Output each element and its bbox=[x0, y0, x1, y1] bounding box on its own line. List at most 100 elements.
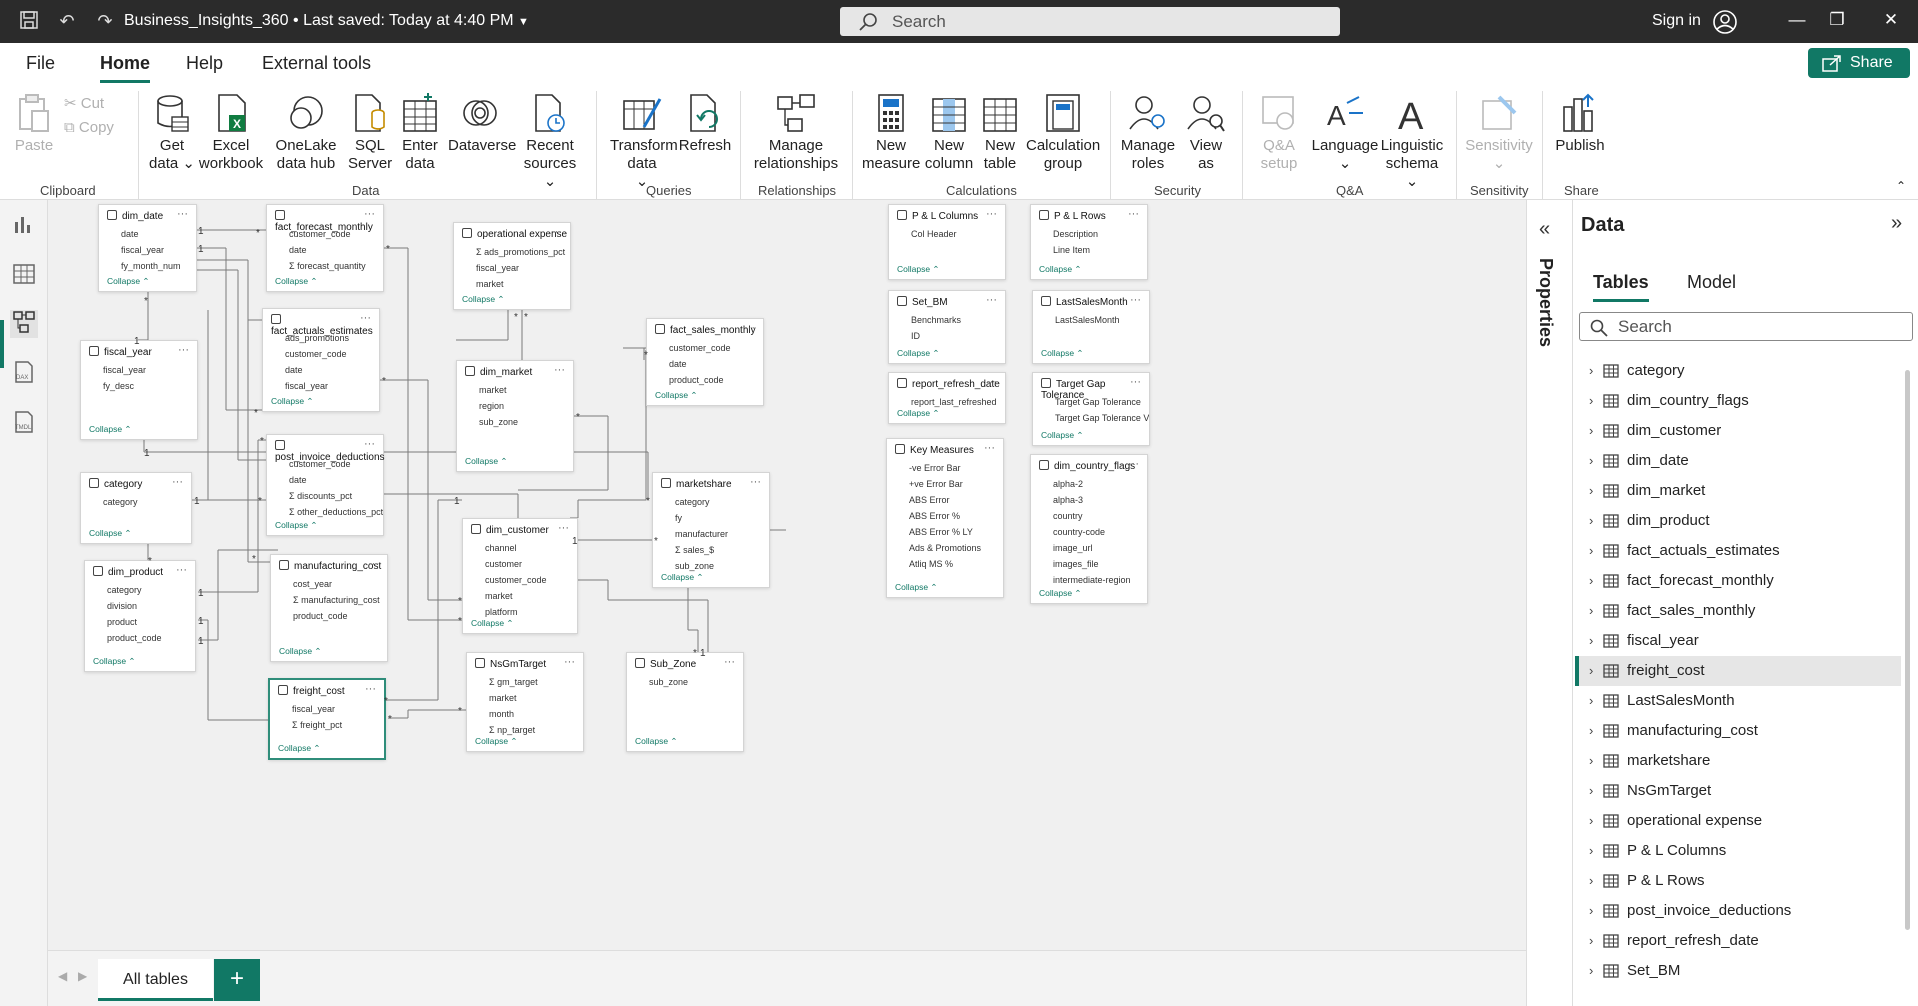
data-table-item-dim-customer[interactable]: › dim_customer bbox=[1575, 416, 1901, 446]
table-field[interactable]: product_code bbox=[647, 372, 763, 388]
table-field[interactable]: region bbox=[457, 398, 573, 414]
more-options-icon[interactable]: ··· bbox=[744, 322, 755, 334]
chevron-right-icon[interactable]: › bbox=[1589, 806, 1593, 836]
data-table-item-category[interactable]: › category bbox=[1575, 356, 1901, 386]
table-field[interactable]: ID bbox=[889, 328, 1005, 344]
table-card-header[interactable]: LastSalesMonth ··· bbox=[1033, 291, 1149, 312]
table-field[interactable]: market bbox=[454, 276, 570, 292]
data-table-item-operational-expense[interactable]: › operational expense bbox=[1575, 806, 1901, 836]
chevron-right-icon[interactable]: › bbox=[1589, 476, 1593, 506]
chevron-right-icon[interactable]: › bbox=[1589, 446, 1593, 476]
table-field[interactable]: ABS Error % LY bbox=[887, 524, 1003, 540]
table-field[interactable]: fy bbox=[653, 510, 769, 526]
table-field[interactable]: images_file bbox=[1031, 556, 1147, 572]
chevron-right-icon[interactable]: › bbox=[1589, 836, 1593, 866]
table-card-set-bm[interactable]: Set_BM ··· Benchmarks ID Collapse ⌃ bbox=[888, 290, 1006, 364]
table-card-key-measures[interactable]: Key Measures ··· -ve Error Bar +ve Error Ba… bbox=[886, 438, 1004, 598]
chevron-right-icon[interactable]: › bbox=[1589, 716, 1593, 746]
data-pane-scrollbar[interactable] bbox=[1905, 370, 1910, 930]
table-card-post-invoice-deductions[interactable]: post_invoice_deductions ··· customer_code d… bbox=[266, 434, 385, 536]
manage-roles-button[interactable]: Manage roles bbox=[1118, 93, 1178, 173]
table-field[interactable]: fiscal_year bbox=[81, 362, 197, 378]
table-field[interactable]: ABS Error bbox=[887, 492, 1003, 508]
table-field[interactable]: fy_month_num bbox=[99, 258, 196, 274]
chevron-right-icon[interactable]: › bbox=[1589, 746, 1593, 776]
table-field[interactable]: date bbox=[99, 226, 196, 242]
table-field[interactable]: Σ ads_promotions_pct bbox=[454, 244, 570, 260]
collapse-card-button[interactable]: Collapse ⌃ bbox=[1041, 348, 1084, 359]
more-options-icon[interactable]: ··· bbox=[177, 208, 188, 220]
properties-label[interactable]: Properties bbox=[1535, 258, 1556, 347]
table-card-header[interactable]: fact_sales_monthly ··· bbox=[647, 319, 763, 340]
more-options-icon[interactable]: ··· bbox=[551, 226, 562, 238]
table-card-header[interactable]: freight_cost ··· bbox=[270, 680, 384, 701]
table-card-dim-customer[interactable]: dim_customer ··· channel customer customer_c… bbox=[462, 518, 578, 634]
enter-data-button[interactable]: Enter data bbox=[398, 93, 442, 173]
data-search-input[interactable]: Search bbox=[1579, 312, 1913, 341]
transform-data-button[interactable]: Transform data ⌄ bbox=[604, 93, 680, 191]
chevron-right-icon[interactable]: › bbox=[1589, 386, 1593, 416]
global-search-box[interactable]: Search bbox=[840, 7, 1340, 36]
collapse-card-button[interactable]: Collapse ⌃ bbox=[107, 276, 150, 287]
table-field[interactable]: Σ discounts_pct bbox=[267, 488, 383, 504]
collapse-card-button[interactable]: Collapse ⌃ bbox=[278, 743, 321, 754]
table-card-sub-zone[interactable]: Sub_Zone ··· sub_zone Collapse ⌃ bbox=[626, 652, 744, 752]
table-field[interactable]: date bbox=[647, 356, 763, 372]
table-card-dim-country-flags[interactable]: dim_country_flags ··· alpha-2 alpha-3 countr… bbox=[1030, 454, 1148, 604]
table-field[interactable]: market bbox=[467, 690, 583, 706]
table-field[interactable]: cost_year bbox=[271, 576, 387, 592]
minimize-icon[interactable]: — bbox=[1782, 10, 1812, 34]
table-field[interactable]: Benchmarks bbox=[889, 312, 1005, 328]
table-field[interactable]: ABS Error % bbox=[887, 508, 1003, 524]
chevron-right-icon[interactable]: › bbox=[1589, 926, 1593, 956]
table-card-manufacturing-cost[interactable]: manufacturing_cost ··· cost_year Σ manufact… bbox=[270, 554, 388, 662]
collapse-card-button[interactable]: Collapse ⌃ bbox=[1039, 588, 1082, 599]
chevron-right-icon[interactable]: › bbox=[1589, 536, 1593, 566]
table-field[interactable]: Σ sales_$ bbox=[653, 542, 769, 558]
collapse-card-button[interactable]: Collapse ⌃ bbox=[661, 572, 704, 583]
dax-query-view-icon[interactable]: DAX bbox=[10, 360, 38, 388]
data-table-item-dim-date[interactable]: › dim_date bbox=[1575, 446, 1901, 476]
table-field[interactable]: country-code bbox=[1031, 524, 1147, 540]
table-card-header[interactable]: Sub_Zone ··· bbox=[627, 653, 743, 674]
new-column-button[interactable]: New column bbox=[922, 93, 976, 173]
menu-home[interactable]: Home bbox=[100, 53, 151, 83]
table-card-header[interactable]: dim_country_flags ··· bbox=[1031, 455, 1147, 476]
table-field[interactable]: Σ other_deductions_pct bbox=[267, 504, 383, 520]
more-options-icon[interactable]: ··· bbox=[984, 442, 995, 454]
collapse-card-button[interactable]: Collapse ⌃ bbox=[895, 582, 938, 593]
table-field[interactable]: Ads & Promotions bbox=[887, 540, 1003, 556]
table-field[interactable]: category bbox=[81, 494, 191, 510]
more-options-icon[interactable]: ··· bbox=[554, 364, 565, 376]
collapse-card-button[interactable]: Collapse ⌃ bbox=[897, 348, 940, 359]
sql-server-button[interactable]: SQL Server bbox=[348, 93, 392, 173]
tab-model[interactable]: Model bbox=[1687, 272, 1736, 299]
data-table-item-dim-market[interactable]: › dim_market bbox=[1575, 476, 1901, 506]
linguistic-schema-button[interactable]: A Linguistic schema ⌄ bbox=[1378, 93, 1446, 191]
table-field[interactable]: manufacturer bbox=[653, 526, 769, 542]
data-table-item-p-l-columns[interactable]: › P & L Columns bbox=[1575, 836, 1901, 866]
collapse-card-button[interactable]: Collapse ⌃ bbox=[897, 408, 940, 419]
table-field[interactable]: date bbox=[267, 472, 383, 488]
menu-external-tools[interactable]: External tools bbox=[262, 53, 371, 80]
table-field[interactable]: intermediate-region bbox=[1031, 572, 1147, 588]
data-table-item-report-refresh-date[interactable]: › report_refresh_date bbox=[1575, 926, 1901, 956]
table-card-fact-actuals-estimates[interactable]: fact_actuals_estimates ··· ads_promotions c… bbox=[262, 308, 380, 412]
table-card-marketshare[interactable]: marketshare ··· category fy manufacturer Σ sa… bbox=[652, 472, 770, 588]
tab-all-tables[interactable]: All tables bbox=[98, 959, 213, 1001]
table-card-header[interactable]: fact_actuals_estimates ··· bbox=[263, 309, 379, 337]
table-field[interactable]: customer_code bbox=[647, 340, 763, 356]
table-card-header[interactable]: Target Gap Tolerance ··· bbox=[1033, 373, 1149, 401]
tab-scroll-left-icon[interactable]: ◀ bbox=[58, 969, 67, 983]
model-diagram-canvas[interactable]: dim_date ··· date fiscal_year fy_month_num Co… bbox=[48, 200, 1526, 950]
collapse-card-button[interactable]: Collapse ⌃ bbox=[279, 646, 322, 657]
collapse-card-button[interactable]: Collapse ⌃ bbox=[89, 424, 132, 435]
table-field[interactable]: sub_zone bbox=[627, 674, 743, 690]
cut-button[interactable]: ✂ Cut bbox=[64, 95, 104, 113]
table-card-header[interactable]: marketshare ··· bbox=[653, 473, 769, 494]
table-card-lastsalesmonth[interactable]: LastSalesMonth ··· LastSalesMonth Collapse … bbox=[1032, 290, 1150, 364]
data-table-item-fact-forecast-monthly[interactable]: › fact_forecast_monthly bbox=[1575, 566, 1901, 596]
table-field[interactable]: Σ freight_pct bbox=[270, 717, 384, 733]
table-field[interactable]: alpha-2 bbox=[1031, 476, 1147, 492]
more-options-icon[interactable]: ··· bbox=[365, 683, 376, 695]
